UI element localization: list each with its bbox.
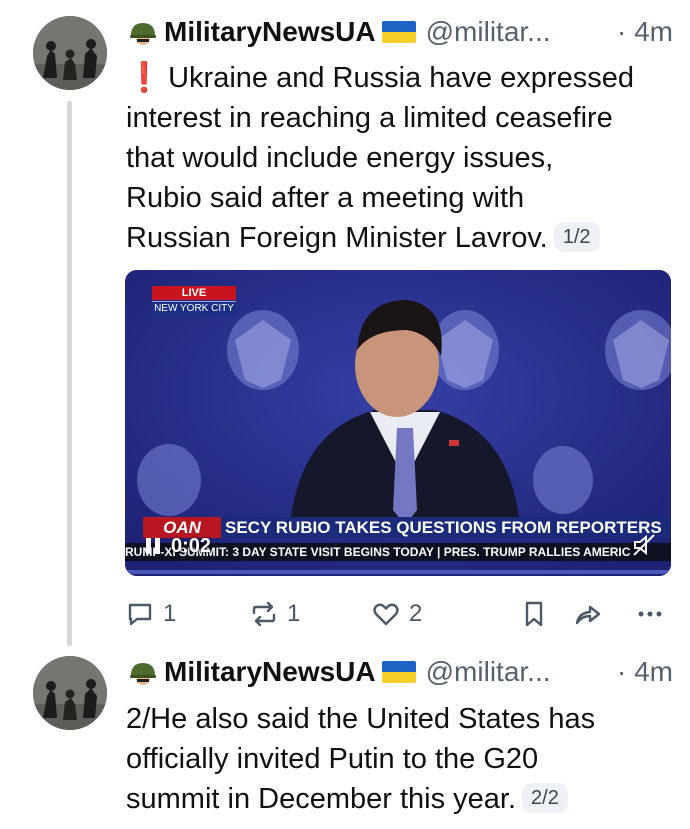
heart-icon <box>373 603 399 626</box>
ukraine-flag-icon <box>381 21 416 43</box>
thread-line <box>67 101 72 646</box>
bookmark-button[interactable] <box>519 596 549 632</box>
mute-icon[interactable] <box>631 532 657 558</box>
ukraine-flag-icon <box>381 661 416 683</box>
author-handle[interactable]: @militar... <box>426 656 551 688</box>
thread-counter: 2/2 <box>522 783 568 813</box>
reply-button[interactable]: 1 <box>125 596 176 632</box>
helmet-icon <box>130 23 156 45</box>
post-timestamp[interactable]: · 4m <box>617 656 673 688</box>
exclamation-icon: ❗ <box>126 62 163 94</box>
avatar[interactable] <box>33 16 107 90</box>
like-count: 2 <box>409 600 423 627</box>
helmet-icon <box>130 663 156 685</box>
post-2[interactable]: MilitaryNewsUA @militar... · 4m 2/He als… <box>0 650 690 829</box>
bookmark-icon <box>525 601 543 627</box>
more-options-button[interactable] <box>635 596 665 632</box>
post-text: 2/He also said the United States has off… <box>126 703 596 815</box>
repost-icon <box>252 601 276 627</box>
video-controls: 0:02 <box>143 533 211 559</box>
share-button[interactable] <box>573 596 603 632</box>
post-1[interactable]: MilitaryNewsUA @militar... · 4m ❗ Ukraine… <box>0 0 690 650</box>
video-elapsed-time: 0:02 <box>171 534 212 557</box>
repost-button[interactable]: 1 <box>249 596 300 632</box>
pause-icon[interactable] <box>143 535 163 557</box>
author-handle[interactable]: @militar... <box>426 16 551 48</box>
post-actions: 1 1 2 <box>125 596 671 632</box>
post-timestamp[interactable]: · 4m <box>617 16 673 48</box>
video-progress-bar[interactable] <box>125 570 671 574</box>
repost-count: 1 <box>287 600 301 627</box>
post-text: ❗ Ukraine and Russia have expressed inter… <box>126 62 634 254</box>
thread-counter: 1/2 <box>553 222 600 252</box>
like-button[interactable]: 2 <box>371 596 422 632</box>
author-name[interactable]: MilitaryNewsUA <box>164 656 376 688</box>
author-name[interactable]: MilitaryNewsUA <box>164 16 376 48</box>
reply-icon <box>128 603 152 626</box>
share-icon <box>575 605 601 625</box>
live-badge: LIVE <box>152 286 236 300</box>
video-player[interactable]: LIVE NEW YORK CITY OAN SECY RUBIO TAKES … <box>125 270 671 576</box>
post-header: MilitaryNewsUA @militar... · 4m <box>128 15 673 49</box>
more-icon <box>638 611 662 617</box>
avatar[interactable] <box>33 656 107 730</box>
post-header: MilitaryNewsUA @militar... · 4m <box>128 655 673 689</box>
news-headline-bar: SECY RUBIO TAKES QUESTIONS FROM REPORTER… <box>221 517 671 538</box>
reply-count: 1 <box>163 600 177 627</box>
location-badge: NEW YORK CITY <box>152 301 236 316</box>
